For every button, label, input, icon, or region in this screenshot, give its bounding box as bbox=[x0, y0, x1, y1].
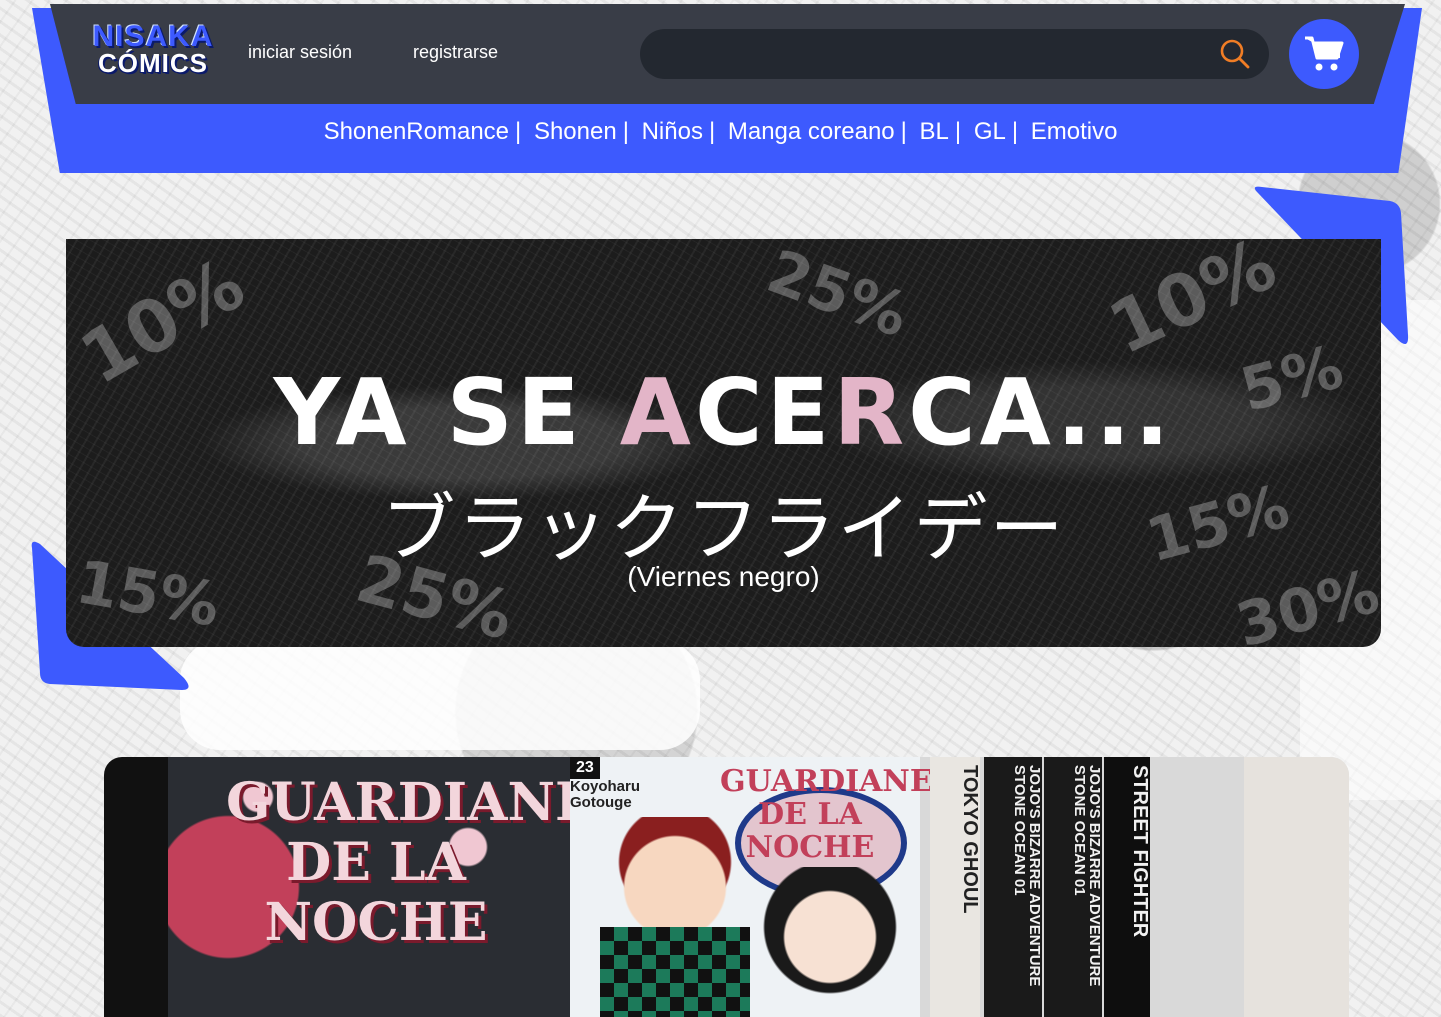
book-spine: TOKYO GHOUL bbox=[930, 757, 981, 1017]
banner-title-accent: A bbox=[619, 359, 695, 466]
book-title: GUARDIANES DE LA NOCHE bbox=[226, 772, 633, 953]
percent-label: 25% bbox=[758, 239, 918, 352]
character-illustration bbox=[600, 817, 750, 1017]
banner-title-part: YA SE bbox=[273, 359, 620, 466]
volume-number: 23 bbox=[570, 757, 600, 779]
category-separator: | bbox=[1011, 118, 1019, 145]
banner-title-part: CA... bbox=[908, 359, 1174, 466]
category-shonenromance[interactable]: ShonenRomance bbox=[318, 118, 515, 146]
spine-title: STREET FIGHTER bbox=[1129, 765, 1151, 938]
spine-title: TOKYO GHOUL bbox=[959, 765, 981, 914]
banner-subtitle: (Viernes negro) bbox=[627, 561, 820, 592]
category-shonen[interactable]: Shonen bbox=[528, 118, 623, 146]
spine-title: JOJO'S BIZARRE ADVENTURE STONE OCEAN 01 bbox=[1011, 765, 1043, 987]
search-input[interactable] bbox=[664, 29, 1208, 81]
category-nav: ShonenRomance | Shonen | Niños | Manga core… bbox=[0, 118, 1441, 146]
black-friday-banner[interactable]: 10% 25% 10% 5% 15% 15% 25% 30% YA SE ACE… bbox=[66, 239, 1381, 647]
book-spine: JOJO'S BIZARRE ADVENTURE STONE OCEAN 01 bbox=[984, 757, 1043, 1017]
search-icon[interactable] bbox=[1219, 38, 1251, 70]
book-cover: GUARDIANES DE LA NOCHE bbox=[168, 757, 633, 1017]
book-spine: JOJO'S BIZARRE ADVENTURE STONE OCEAN 01 bbox=[1044, 757, 1103, 1017]
book-author: Koyoharu Gotouge bbox=[570, 777, 641, 812]
category-separator: | bbox=[708, 118, 716, 145]
category-separator: | bbox=[515, 118, 522, 145]
character-illustration bbox=[760, 867, 900, 1017]
login-link[interactable]: iniciar sesión bbox=[248, 42, 352, 63]
site-logo[interactable]: NISAKA CÓMICS bbox=[92, 22, 214, 86]
book-edge bbox=[104, 757, 168, 1017]
book-spine: STREET FIGHTER bbox=[1104, 757, 1151, 1017]
banner-title: YA SE ACERCA... bbox=[66, 359, 1381, 466]
shelf-wall bbox=[1244, 757, 1349, 1017]
background-highlight bbox=[180, 640, 700, 750]
register-link[interactable]: registrarse bbox=[413, 42, 498, 63]
book-cover: 23 Koyoharu Gotouge GUARDIANES DE LA NOC… bbox=[570, 757, 954, 1017]
category-separator: | bbox=[954, 118, 962, 145]
category-manga-coreano[interactable]: Manga coreano bbox=[722, 118, 901, 146]
logo-line-2: CÓMICS bbox=[98, 48, 208, 78]
spine-title: JOJO'S BIZARRE ADVENTURE STONE OCEAN 01 bbox=[1071, 765, 1103, 987]
banner-title-accent: R bbox=[833, 359, 909, 466]
category-separator: | bbox=[622, 118, 629, 145]
manga-photo[interactable]: GUARDIANES DE LA NOCHE 23 Koyoharu Gotou… bbox=[104, 757, 1349, 1017]
shopping-cart-icon bbox=[1305, 36, 1344, 71]
category-ninos[interactable]: Niños bbox=[636, 118, 709, 146]
book-volume: 23 Koyoharu Gotouge bbox=[570, 757, 650, 812]
category-bl[interactable]: BL bbox=[914, 118, 955, 146]
search-bar bbox=[640, 29, 1269, 81]
cart-button[interactable] bbox=[1289, 19, 1359, 89]
category-gl[interactable]: GL bbox=[968, 118, 1012, 146]
banner-japanese-title: ブラックフライデー bbox=[381, 486, 1066, 572]
category-separator: | bbox=[900, 118, 907, 145]
category-emotivo[interactable]: Emotivo bbox=[1025, 118, 1124, 146]
banner-title-part: CE bbox=[694, 359, 834, 466]
